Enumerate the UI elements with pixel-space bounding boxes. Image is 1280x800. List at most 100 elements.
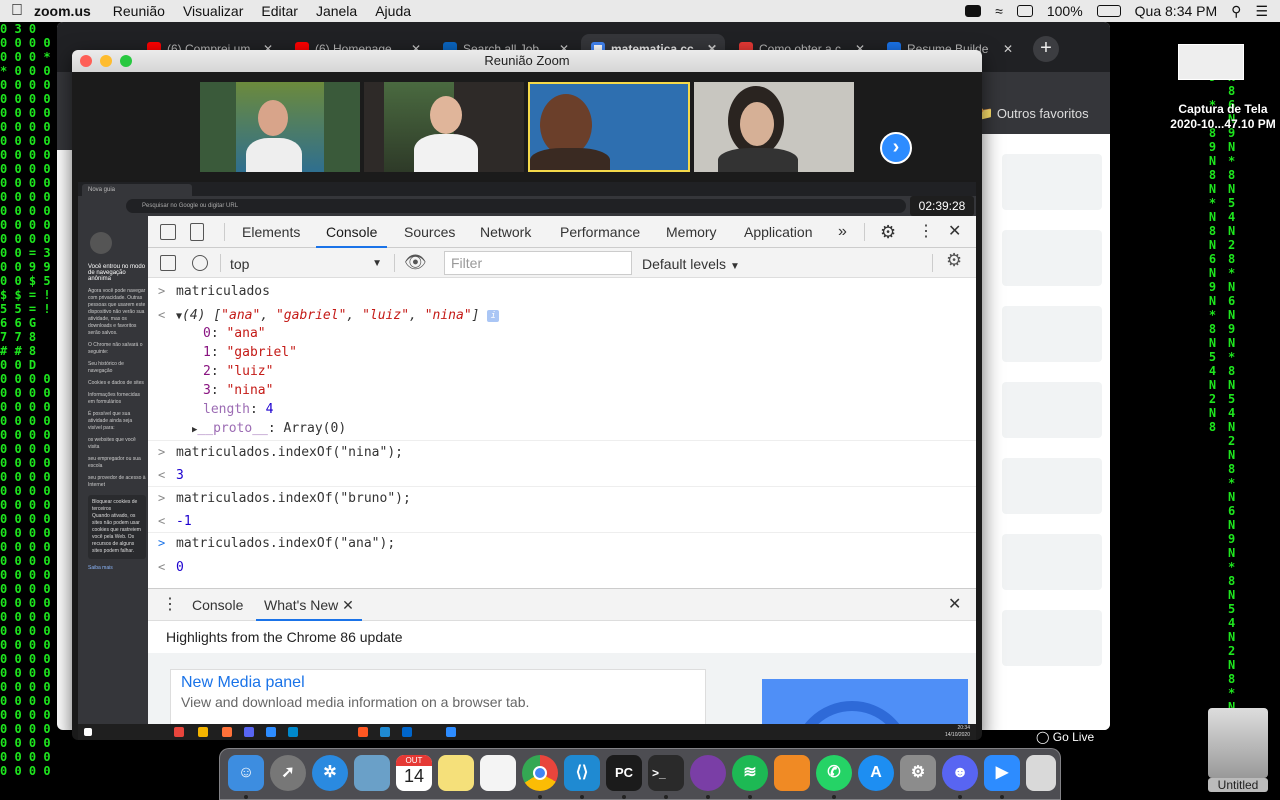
taskbar-vscode-icon — [380, 727, 390, 737]
taskbar-folder-icon — [198, 727, 208, 737]
tab-memory[interactable]: Memory — [666, 216, 717, 248]
tab-elements[interactable]: Elements — [242, 216, 300, 248]
safari-icon[interactable]: ✲ — [312, 755, 348, 791]
drawer-tab-console[interactable]: Console — [192, 589, 243, 621]
battery-percent[interactable]: 100% — [1047, 3, 1083, 19]
context-selector[interactable]: top ▼ — [230, 254, 382, 274]
launchpad-icon[interactable]: ➚ — [270, 755, 306, 791]
whats-new-card[interactable]: New Media panel View and download media … — [170, 669, 706, 724]
camera-icon[interactable] — [965, 5, 982, 17]
next-participants-button[interactable]: › — [880, 132, 912, 164]
proto-key: __proto__ — [197, 421, 268, 436]
clear-console-icon[interactable] — [192, 255, 208, 271]
github-desktop-icon[interactable] — [690, 755, 726, 791]
menu-app-name[interactable]: zoom.us — [34, 3, 91, 19]
settings-gear-icon[interactable]: ⚙ — [880, 216, 896, 248]
menu-janela[interactable]: Janela — [316, 3, 357, 19]
preview-icon[interactable] — [354, 755, 390, 791]
minimize-window-button[interactable] — [100, 55, 112, 67]
length-value: 4 — [265, 402, 274, 417]
discord-icon[interactable]: ☻ — [942, 755, 978, 791]
drawer-menu-icon[interactable]: ⋮ — [162, 589, 178, 621]
incognito-title: Você entrou no modo de navegação anônima — [88, 264, 146, 282]
menu-reuniao[interactable]: Reunião — [113, 3, 165, 19]
show-sidebar-icon[interactable] — [160, 255, 176, 271]
console-settings-gear-icon[interactable]: ⚙ — [946, 250, 962, 271]
apple-menu-icon[interactable]:  — [0, 2, 34, 20]
battery-icon[interactable] — [1096, 5, 1121, 17]
app-store-icon[interactable]: A — [858, 755, 894, 791]
system-preferences-icon[interactable]: ⚙ — [900, 755, 936, 791]
new-tab-button[interactable]: + — [1033, 36, 1059, 62]
taskbar-chrome-icon — [174, 727, 184, 737]
tab-performance[interactable]: Performance — [560, 216, 640, 248]
matrix-text: N 6 N 8 6 N 9 N * 8 N 5 4 N 2 8 * N 6 N … — [1228, 42, 1236, 784]
finder-icon[interactable]: ☺ — [228, 755, 264, 791]
running-indicator — [622, 795, 626, 799]
content-block — [1002, 610, 1102, 666]
disk-drive-icon[interactable] — [1208, 708, 1268, 778]
wifi-icon[interactable]: ≈ — [995, 3, 1003, 19]
running-indicator — [832, 795, 836, 799]
participant-video-active-speaker[interactable] — [528, 82, 690, 172]
trash-icon[interactable] — [1026, 755, 1056, 791]
chrome-icon[interactable] — [522, 755, 558, 791]
array-summary: ▼(4) ["ana", "gabriel", "luiz", "nina"] … — [176, 308, 500, 323]
whatsapp-icon[interactable]: ✆ — [816, 755, 852, 791]
participant-video[interactable] — [694, 82, 854, 172]
close-devtools-icon[interactable]: ✕ — [948, 216, 961, 248]
incognito-page: Você entrou no modo de navegação anônima… — [78, 216, 150, 724]
participant-video[interactable] — [364, 82, 524, 172]
calendar-icon[interactable]: OUT 14 — [396, 755, 432, 791]
tab-application[interactable]: Application — [744, 216, 813, 248]
input-source-icon[interactable] — [1016, 5, 1033, 17]
spotlight-icon[interactable]: ⚲ — [1231, 3, 1241, 20]
screenshot-file-label[interactable]: Captura de Tela 2020-10...47.10 PM — [1166, 102, 1280, 132]
array-item: "gabriel" — [275, 308, 347, 323]
incognito-list-item: Informações fornecidas em formulários — [88, 392, 140, 405]
tab-network[interactable]: Network — [480, 216, 531, 248]
more-tabs-icon[interactable]: » — [838, 216, 847, 248]
toolbar-divider — [220, 254, 221, 272]
spotify-icon[interactable]: ≋ — [732, 755, 768, 791]
screenshot-file-icon[interactable] — [1178, 44, 1244, 80]
notification-center-icon[interactable]: ☰ — [1255, 3, 1268, 20]
live-expression-eye-icon[interactable]: 👁 — [404, 252, 427, 273]
console-result-line: < 0 — [148, 560, 976, 578]
menu-visualizar[interactable]: Visualizar — [183, 3, 243, 19]
zoom-window-button[interactable] — [120, 55, 132, 67]
drawer-tab-label: What's New — [264, 597, 339, 613]
terminal-icon[interactable]: >_ — [648, 755, 684, 791]
vscode-icon[interactable]: ⟨⟩ — [564, 755, 600, 791]
participant-video[interactable] — [200, 82, 360, 172]
console-filter-input[interactable]: Filter — [444, 251, 632, 275]
close-window-button[interactable] — [80, 55, 92, 67]
close-drawer-icon[interactable]: ✕ — [948, 589, 961, 621]
notes-icon[interactable] — [438, 755, 474, 791]
menu-editar[interactable]: Editar — [261, 3, 298, 19]
other-favorites[interactable]: 📁 Outros favoritos — [977, 106, 1089, 122]
array-item: "nina" — [424, 308, 472, 323]
tab-sources[interactable]: Sources — [404, 216, 455, 248]
disk-drive-label[interactable]: Untitled — [1208, 778, 1268, 792]
pycharm-icon[interactable]: PC — [606, 755, 642, 791]
array-count: (4) — [182, 308, 206, 323]
tab-console[interactable]: Console — [316, 216, 388, 248]
dropdown-caret-icon: ▼ — [729, 261, 740, 272]
reminders-icon[interactable] — [480, 755, 516, 791]
go-live-label[interactable]: Go Live — [1053, 730, 1094, 744]
menubar-clock[interactable]: Qua 8:34 PM — [1135, 3, 1218, 19]
content-block — [1002, 230, 1102, 286]
more-options-icon[interactable]: ⋮ — [918, 216, 934, 248]
device-toolbar-icon[interactable] — [190, 223, 204, 241]
zoom-icon[interactable]: ▶ — [984, 755, 1020, 791]
inspect-element-icon[interactable] — [160, 224, 176, 240]
drawer-tab-whats-new[interactable]: What's New ✕ — [256, 589, 362, 621]
fl-studio-icon[interactable] — [774, 755, 810, 791]
array-proto[interactable]: ▶__proto__: Array(0) — [148, 421, 976, 439]
close-tab-icon[interactable]: ✕ — [342, 597, 354, 613]
log-levels-dropdown[interactable]: Default levels ▼ — [642, 254, 740, 277]
menu-ajuda[interactable]: Ajuda — [375, 3, 411, 19]
close-icon[interactable]: ✕ — [1003, 34, 1013, 64]
console-result-array[interactable]: < ▼(4) ["ana", "gabriel", "luiz", "nina"… — [148, 308, 976, 328]
